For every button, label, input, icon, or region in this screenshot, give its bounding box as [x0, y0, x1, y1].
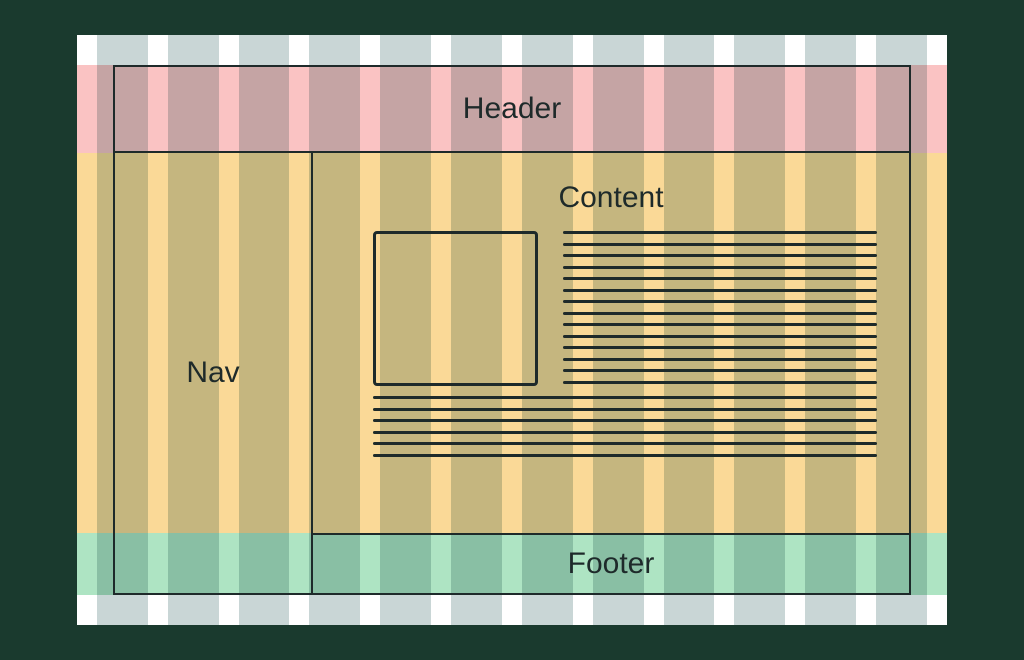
header-region: Header — [113, 65, 911, 153]
image-placeholder — [373, 231, 538, 386]
footer-region: Footer — [313, 533, 911, 595]
content-label: Content — [558, 181, 663, 215]
nav-label: Nav — [186, 356, 239, 390]
content-body — [373, 231, 877, 511]
layout-diagram: Header Nav Content — [77, 35, 947, 625]
text-line-placeholders-full — [373, 396, 877, 457]
content-region: Content — [313, 153, 911, 533]
nav-region: Nav — [113, 153, 313, 595]
text-line-placeholders-right — [563, 231, 877, 384]
layout-grid: Header Nav Content — [113, 65, 911, 595]
footer-label: Footer — [568, 547, 655, 581]
header-label: Header — [463, 92, 561, 126]
